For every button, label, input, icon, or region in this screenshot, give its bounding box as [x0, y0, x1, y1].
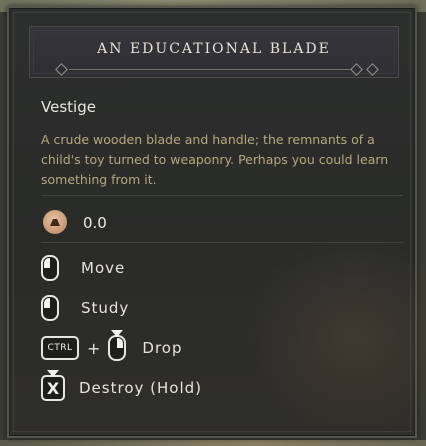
action-drop[interactable]: CTRL + Drop [41, 330, 183, 363]
item-title: AN EDUCATIONAL BLADE [97, 41, 331, 57]
ctrl-key-icon: CTRL [41, 336, 79, 360]
mouse-left-click-icon [41, 255, 59, 281]
action-label: Study [81, 299, 130, 317]
divider [41, 242, 403, 243]
x-key-icon: X [41, 370, 65, 401]
item-tooltip: AN EDUCATIONAL BLADE Vestige A crude woo… [7, 6, 426, 438]
ornament-line [69, 69, 359, 70]
title-plate: AN EDUCATIONAL BLADE [29, 26, 399, 78]
mouse-right-click-hold-icon [108, 330, 127, 361]
weight-value: 0.0 [83, 214, 107, 232]
action-move[interactable]: Move [41, 253, 125, 283]
action-study[interactable]: Study [41, 293, 129, 323]
divider [41, 195, 403, 196]
plus-icon: + [87, 338, 101, 358]
mouse-right-click-icon [41, 295, 59, 321]
action-label: Move [81, 259, 126, 277]
action-label: Destroy (Hold) [79, 379, 202, 397]
background-figure [235, 226, 426, 426]
action-label: Drop [142, 339, 183, 357]
item-description: A crude wooden blade and handle; the rem… [41, 132, 389, 187]
action-destroy[interactable]: X Destroy (Hold) [41, 370, 202, 403]
item-type: Vestige [41, 98, 96, 116]
weight-icon [43, 210, 67, 234]
background-scene-bottom [0, 440, 426, 446]
